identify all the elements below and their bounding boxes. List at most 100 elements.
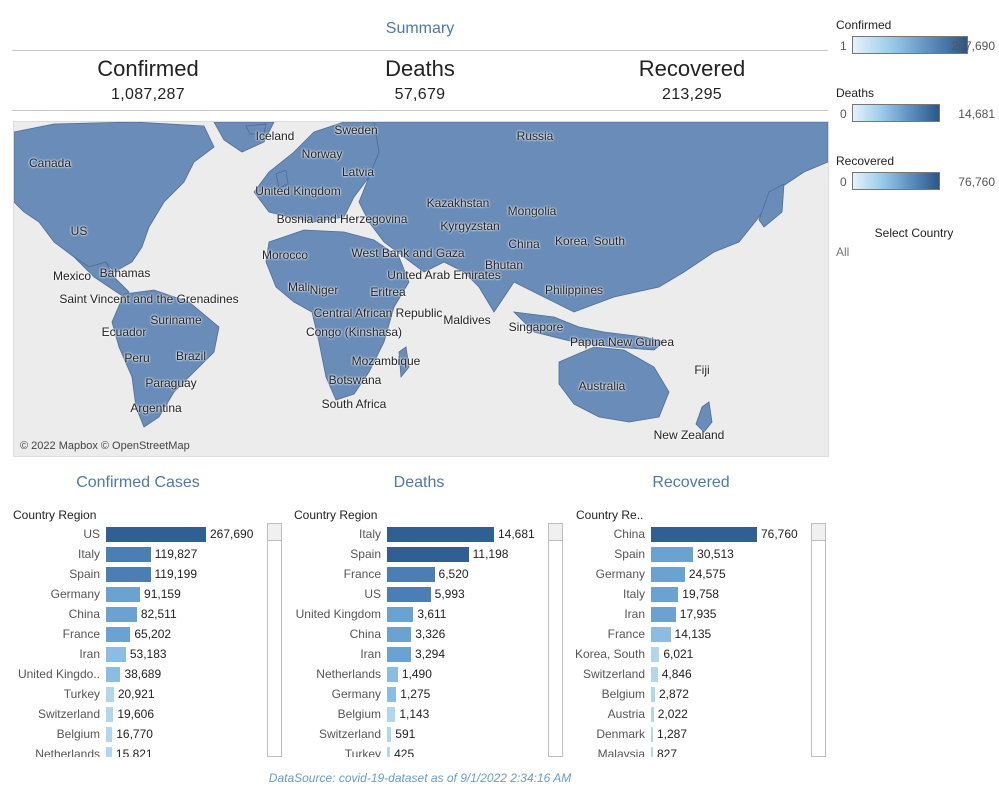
world-map[interactable]: Iceland Sweden Russia Canada Norway Latvia Uni… (13, 121, 829, 457)
map-label-country: Niger (309, 283, 339, 297)
table-row[interactable]: Iran 3,294 (280, 644, 546, 664)
recovered-table-scrollbar[interactable] (811, 523, 826, 757)
country-filter-select[interactable]: All (836, 245, 849, 259)
row-bar (387, 647, 411, 662)
table-row[interactable]: Korea, South 6,021 (560, 644, 811, 664)
map-label-country: US (70, 224, 88, 238)
map-label-country: Morocco (261, 248, 309, 262)
map-label-country: United Arab Emirates (387, 268, 501, 282)
table-row[interactable]: Spain 119,199 (0, 564, 265, 584)
row-country: Italy (622, 587, 645, 601)
table-row[interactable]: France 6,520 (280, 564, 546, 584)
table-row[interactable]: Spain 11,198 (280, 544, 546, 564)
table-row[interactable]: Germany 91,159 (0, 584, 265, 604)
table-row[interactable]: Switzerland 591 (280, 724, 546, 744)
table-row[interactable]: Belgium 16,770 (0, 724, 265, 744)
table-row[interactable]: Germany 1,275 (280, 684, 546, 704)
row-bar (651, 667, 658, 682)
row-country: China (68, 607, 100, 621)
table-row[interactable]: Turkey 425 (280, 744, 546, 757)
row-bar (387, 607, 414, 622)
table-row[interactable]: Italy 14,681 (280, 524, 546, 544)
map-label-country: Saint Vincent and the Grenadines (59, 292, 239, 306)
kpi-value: 57,679 (394, 86, 446, 103)
row-value: 76,760 (761, 527, 798, 541)
kpi-value: 1,087,287 (111, 86, 185, 103)
scroll-thumb[interactable] (812, 524, 825, 541)
row-bar (387, 747, 391, 757)
row-value: 20,921 (117, 687, 155, 701)
row-value: 30,513 (697, 547, 734, 561)
map-label-country: West Bank and Gaza (351, 246, 465, 260)
legend-min: 0 (840, 107, 847, 121)
table-row[interactable]: Belgium 2,872 (560, 684, 811, 704)
row-country: Iran (79, 647, 100, 661)
table-row[interactable]: United Kingdom 3,611 (280, 604, 546, 624)
table-row[interactable]: Denmark 1,287 (560, 724, 811, 744)
table-row[interactable]: Switzerland 4,846 (560, 664, 811, 684)
row-value: 19,606 (117, 707, 155, 721)
deaths-bar-table[interactable]: Italy 14,681 Spain 11,198 France 6,520 US 5,993… (280, 524, 546, 757)
summary-title: Summary (385, 20, 455, 37)
row-country: China (349, 627, 381, 641)
map-attribution[interactable]: © 2022 Mapbox © OpenStreetMap (20, 440, 190, 452)
map-label-country: Mali (287, 280, 311, 294)
map-label-country: Bosnia and Herzegovina (276, 212, 408, 226)
row-bar (651, 587, 679, 602)
row-bar (651, 607, 676, 622)
table-row[interactable]: China 3,326 (280, 624, 546, 644)
row-bar (651, 547, 694, 562)
table-row[interactable]: China 82,511 (0, 604, 265, 624)
row-bar (651, 747, 653, 757)
table-row[interactable]: France 14,135 (560, 624, 811, 644)
table-row[interactable]: China 76,760 (560, 524, 811, 544)
row-value: 2,022 (657, 707, 688, 721)
table-row[interactable]: Austria 2,022 (560, 704, 811, 724)
table-row[interactable]: Iran 17,935 (560, 604, 811, 624)
table-row[interactable]: Netherlands 15,821 (0, 744, 265, 757)
row-bar (651, 567, 685, 582)
row-country: Belgium (337, 707, 381, 721)
confirmed-table-scrollbar[interactable] (267, 523, 282, 757)
recovered-bar-table[interactable]: China 76,760 Spain 30,513 Germany 24,575 Italy… (560, 524, 811, 757)
table-row[interactable]: US 5,993 (280, 584, 546, 604)
table-row[interactable]: Germany 24,575 (560, 564, 811, 584)
map-label-country: Russia (516, 129, 554, 143)
scroll-thumb[interactable] (549, 524, 562, 541)
table-row[interactable]: US 267,690 (0, 524, 265, 544)
table-row[interactable]: Malaysia 827 (560, 744, 811, 757)
row-bar (387, 727, 392, 742)
confirmed-bar-table[interactable]: US 267,690 Italy 119,827 Spain 119,199 Germany… (0, 524, 265, 757)
scroll-thumb[interactable] (268, 524, 281, 541)
row-country: Austria (607, 707, 645, 721)
section-title-recovered: Recovered (652, 474, 730, 491)
legend-max: 76,760 (958, 175, 995, 189)
table-row[interactable]: United Kingdo.. 38,689 (0, 664, 265, 684)
kpi-confirmed: Confirmed 1,087,287 (12, 56, 284, 104)
row-bar (106, 647, 126, 662)
map-label-country: Eritrea (370, 285, 406, 299)
table-row[interactable]: Turkey 20,921 (0, 684, 265, 704)
row-bar (651, 707, 654, 722)
table-row[interactable]: Belgium 1,143 (280, 704, 546, 724)
table-row[interactable]: Iran 53,183 (0, 644, 265, 664)
data-source-footer: DataSource: covid-19-dataset as of 9/1/2… (268, 771, 572, 785)
row-country: China (613, 527, 645, 541)
legend-title: Deaths (836, 86, 875, 100)
table-row[interactable]: Netherlands 1,490 (280, 664, 546, 684)
table-row[interactable]: Italy 19,758 (560, 584, 811, 604)
row-country: Switzerland (318, 727, 381, 741)
map-label-country: New Zealand (653, 428, 725, 442)
table-row[interactable]: Italy 119,827 (0, 544, 265, 564)
row-country: Switzerland (582, 667, 645, 681)
row-bar (387, 547, 469, 562)
row-country: Iran (624, 607, 645, 621)
map-label-country: Mozambique (351, 354, 421, 368)
map-label-country: Norway (301, 147, 343, 161)
map-label-country: Suriname (150, 313, 202, 327)
kpi-label: Recovered (638, 56, 746, 81)
table-row[interactable]: Switzerland 19,606 (0, 704, 265, 724)
table-row[interactable]: France 65,202 (0, 624, 265, 644)
deaths-table-scrollbar[interactable] (548, 523, 563, 757)
table-row[interactable]: Spain 30,513 (560, 544, 811, 564)
